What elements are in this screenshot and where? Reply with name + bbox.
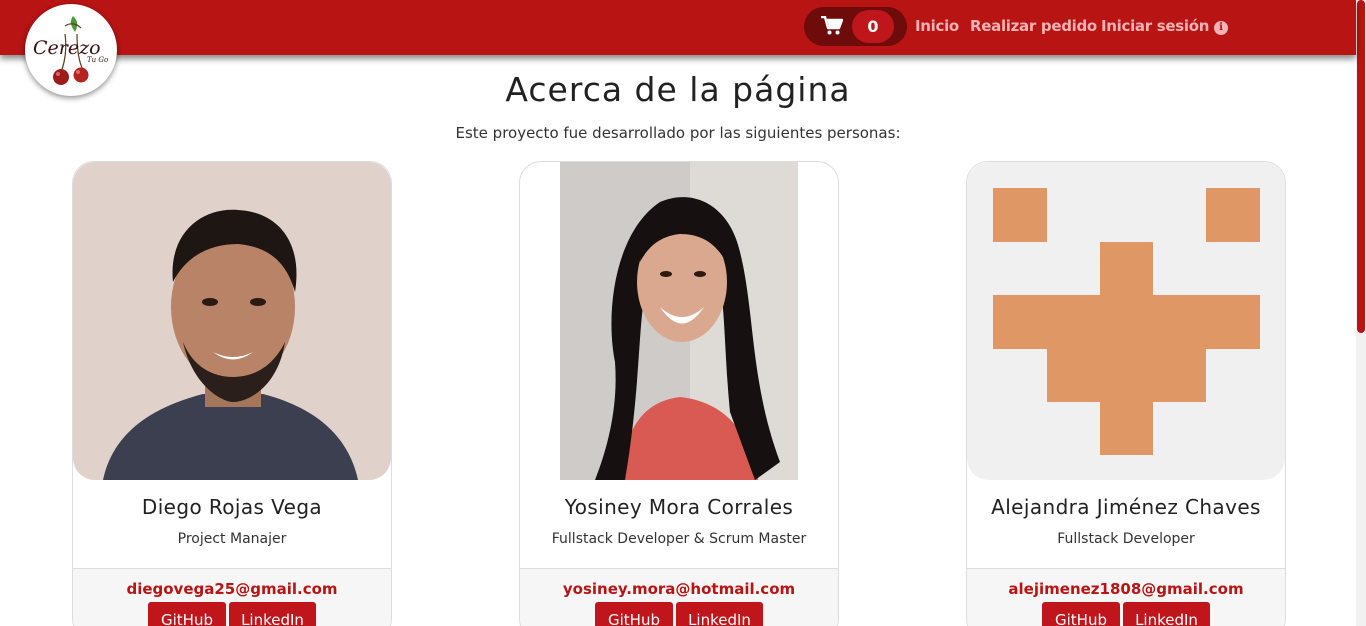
card-footer: diegovega25@gmail.com GitHub LinkedIn — [73, 568, 391, 626]
svg-text:Tu Go: Tu Go — [87, 56, 108, 64]
cart-button[interactable]: 0 — [804, 7, 907, 46]
team-card-diego: Diego Rojas Vega Project Manajer diegove… — [72, 161, 392, 626]
page-subtitle: Este proyecto fue desarrollado por las s… — [455, 124, 901, 142]
page-scrollbar-thumb[interactable] — [1357, 0, 1365, 333]
member-name: Diego Rojas Vega — [141, 495, 323, 519]
card-footer: yosiney.mora@hotmail.com GitHub LinkedIn — [520, 568, 838, 626]
member-name: Alejandra Jiménez Chaves — [991, 495, 1261, 519]
identicon-avatar — [967, 162, 1285, 480]
card-footer: alejimenez1808@gmail.com GitHub LinkedIn — [967, 568, 1285, 626]
page-title: Acerca de la página — [505, 70, 851, 109]
cherry-logo-icon: Cerezo Tu Go — [33, 16, 108, 85]
member-email[interactable]: diegovega25@gmail.com — [73, 580, 391, 598]
member-role: Fullstack Developer & Scrum Master — [551, 531, 807, 547]
shopping-cart-icon — [821, 16, 843, 35]
member-name: Yosiney Mora Corrales — [564, 495, 794, 519]
team-card-yosiney: Yosiney Mora Corrales Fullstack Develope… — [519, 161, 839, 626]
team-card-alejandra: Alejandra Jiménez Chaves Fullstack Devel… — [966, 161, 1286, 626]
profile-photo-diego — [73, 162, 391, 480]
github-button[interactable]: GitHub — [148, 602, 226, 626]
member-email[interactable]: alejimenez1808@gmail.com — [967, 580, 1285, 598]
nav-link-inicio[interactable]: Inicio — [915, 17, 959, 35]
nav-link-iniciar-sesion[interactable]: Iniciar sesión — [1101, 17, 1209, 35]
member-role: Fullstack Developer — [1057, 531, 1195, 547]
brand-logo[interactable]: Cerezo Tu Go — [25, 4, 117, 96]
nav-link-realizar-pedido[interactable]: Realizar pedido — [970, 17, 1097, 35]
profile-photo-yosiney — [520, 162, 838, 480]
github-button[interactable]: GitHub — [1042, 602, 1120, 626]
info-circle-icon[interactable]: i — [1214, 21, 1228, 35]
cart-count-badge: 0 — [852, 10, 894, 43]
top-navbar: 0 Inicio Realizar pedido Iniciar sesión … — [0, 0, 1356, 55]
linkedin-button[interactable]: LinkedIn — [1123, 602, 1210, 626]
linkedin-button[interactable]: LinkedIn — [229, 602, 316, 626]
member-role: Project Manajer — [177, 531, 287, 547]
linkedin-button[interactable]: LinkedIn — [676, 602, 763, 626]
github-button[interactable]: GitHub — [595, 602, 673, 626]
member-email[interactable]: yosiney.mora@hotmail.com — [520, 580, 838, 598]
